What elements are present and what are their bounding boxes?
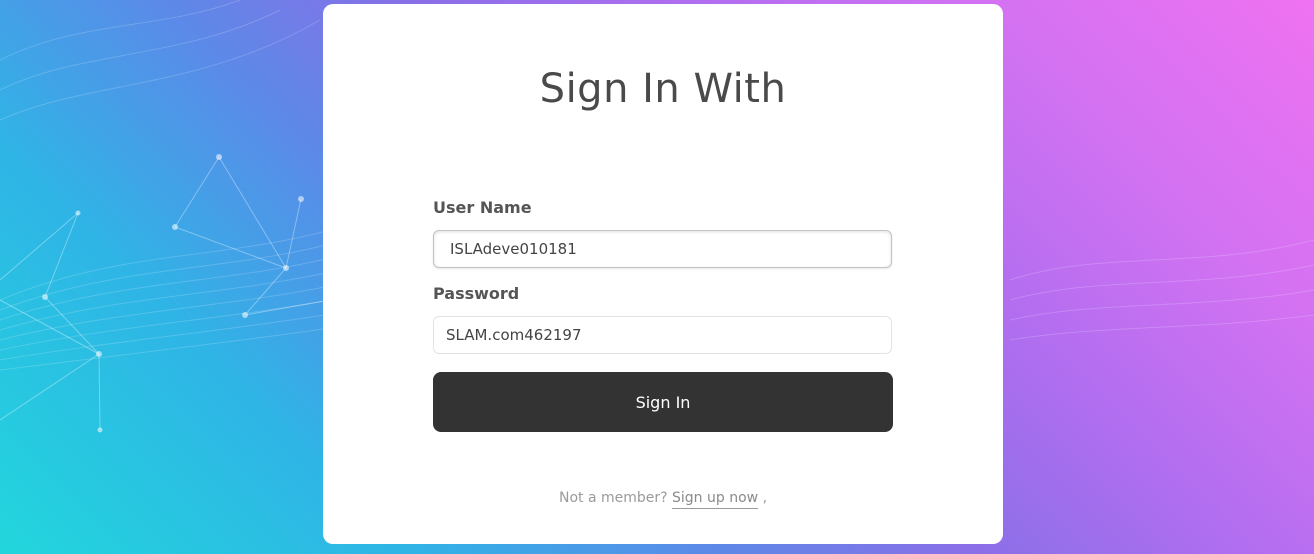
password-label: Password [433, 284, 520, 303]
signup-prompt: Not a member? Sign up now , [323, 490, 1003, 509]
username-input[interactable] [433, 230, 892, 268]
page-title: Sign In With [539, 66, 787, 112]
username-label: User Name [433, 198, 532, 217]
password-input[interactable] [433, 316, 892, 354]
sign-in-button[interactable]: Sign In [433, 372, 893, 432]
not-a-member-text: Not a member? [558, 490, 668, 506]
sign-in-card: Sign In With User Name Password Sign In … [323, 4, 1003, 544]
sign-up-link[interactable]: Sign up now [672, 490, 759, 509]
footer-trailing-comma: , [762, 490, 768, 506]
